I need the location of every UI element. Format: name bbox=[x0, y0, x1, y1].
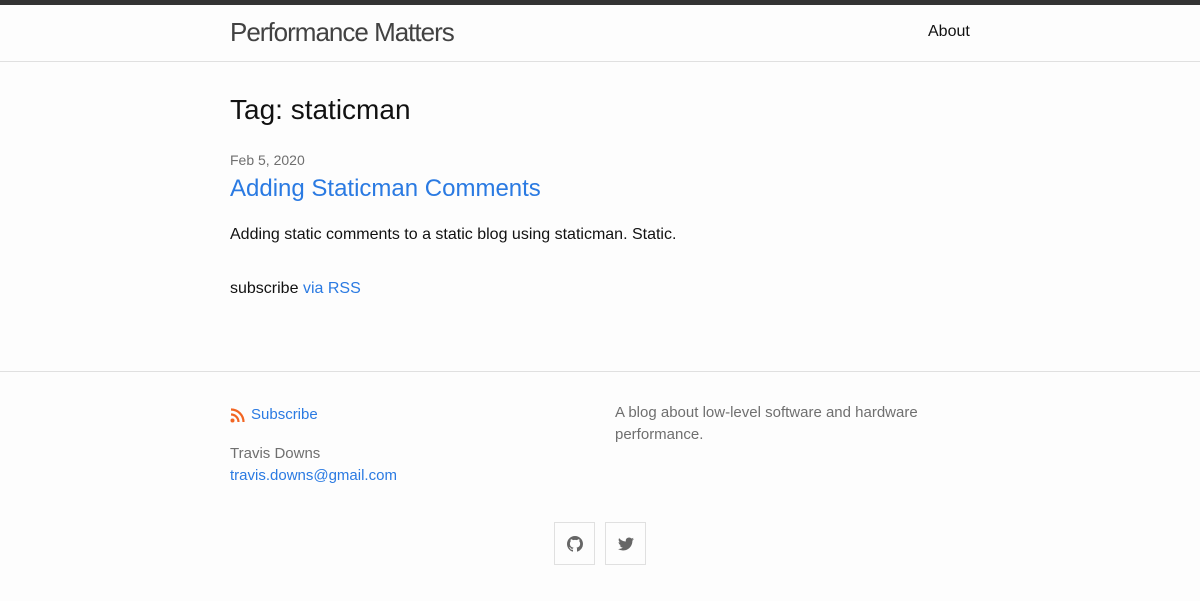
footer-subscribe-label: Subscribe bbox=[251, 406, 318, 423]
twitter-icon bbox=[617, 536, 634, 552]
rss-link[interactable]: via RSS bbox=[303, 280, 361, 297]
footer-description: A blog about low-level software and hard… bbox=[615, 404, 918, 443]
post-title-link[interactable]: Adding Staticman Comments bbox=[230, 175, 541, 203]
footer-author-email-link[interactable]: travis.downs@gmail.com bbox=[230, 467, 397, 484]
github-icon bbox=[566, 535, 583, 552]
rss-prefix-text: subscribe bbox=[230, 280, 299, 297]
post-date: Feb 5, 2020 bbox=[230, 152, 305, 168]
footer-author-name: Travis Downs bbox=[230, 445, 321, 462]
site-footer: Subscribe Travis Downs travis.downs@gmai… bbox=[0, 371, 1200, 601]
site-title-link[interactable]: Performance Matters bbox=[230, 17, 455, 48]
twitter-button[interactable] bbox=[605, 522, 646, 565]
post-excerpt: Adding static comments to a static blog … bbox=[230, 226, 677, 243]
site-header: Performance Matters About bbox=[0, 5, 1200, 62]
github-button[interactable] bbox=[554, 522, 595, 565]
rss-subscribe-line: subscribe via RSS bbox=[230, 280, 361, 298]
nav-about-link[interactable]: About bbox=[928, 23, 970, 41]
footer-subscribe-link[interactable]: Subscribe bbox=[230, 406, 318, 423]
rss-feed-icon bbox=[230, 407, 246, 423]
page-heading: Tag: staticman bbox=[230, 94, 411, 125]
